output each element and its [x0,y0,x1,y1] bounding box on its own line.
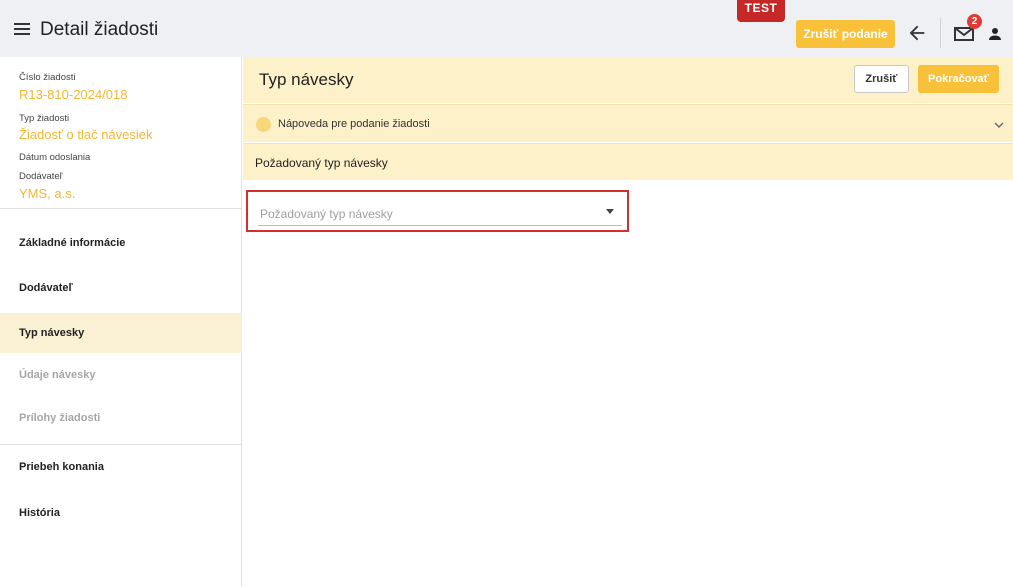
page-title: Typ návesky [259,70,354,89]
chevron-down-icon[interactable] [994,121,1004,129]
section-header: Požadovaný typ návesky [243,143,1013,180]
sidebar-item-supplier[interactable]: Dodávateľ [0,268,242,308]
continue-button[interactable]: Pokračovať [918,65,999,93]
sidebar-divider [0,208,242,209]
main-content: Typ návesky Zrušiť Pokračovať Nápoveda p… [243,57,1013,587]
arrow-back-icon[interactable] [906,22,928,44]
app-title: Detail žiadosti [40,19,159,40]
sidebar-item-label-data[interactable]: Údaje návesky [0,355,242,395]
label-type-select[interactable]: Požadovaný typ návesky [258,202,622,226]
top-bar: Detail žiadosti TEST Zrušiť podanie 2 [0,0,1013,57]
hamburger-menu-icon[interactable] [14,23,30,35]
select-placeholder: Požadovaný typ návesky [260,207,393,221]
dropdown-arrow-icon[interactable] [606,209,614,214]
environment-badge: TEST [737,0,785,22]
highlight-box: Požadovaný typ návesky [246,190,629,232]
cancel-submission-button[interactable]: Zrušiť podanie [796,20,895,48]
user-account-icon[interactable] [986,24,1004,44]
supplier-label: Dodávateľ [19,171,63,182]
info-icon [256,117,271,132]
sent-date-label: Dátum odoslania [19,152,91,163]
sidebar-item-history[interactable]: História [0,493,242,533]
request-type-label: Typ žiadosti [19,113,70,124]
sidebar-item-proceedings[interactable]: Priebeh konania [0,447,242,487]
page-header: Typ návesky Zrušiť Pokračovať [243,57,1013,103]
sidebar-item-basic-info[interactable]: Základné informácie [0,223,242,263]
notification-badge: 2 [967,14,982,29]
request-number-value: R13-810-2024/018 [19,87,128,102]
sidebar: Číslo žiadosti R13-810-2024/018 Typ žiad… [0,57,242,587]
sidebar-item-attachments[interactable]: Prílohy žiadosti [0,398,242,438]
cancel-button[interactable]: Zrušiť [854,65,909,93]
request-type-value: Žiadosť o tlač návesiek [19,127,153,142]
supplier-value: YMS, a.s. [19,186,76,201]
help-expander[interactable]: Nápoveda pre podanie žiadosti [243,104,1013,142]
sidebar-item-label-type[interactable]: Typ návesky [0,313,242,353]
sidebar-divider [0,444,242,445]
section-title: Požadovaný typ návesky [255,156,388,170]
help-label: Nápoveda pre podanie žiadosti [278,118,430,130]
request-number-label: Číslo žiadosti [19,72,76,83]
toolbar-divider [940,18,941,48]
